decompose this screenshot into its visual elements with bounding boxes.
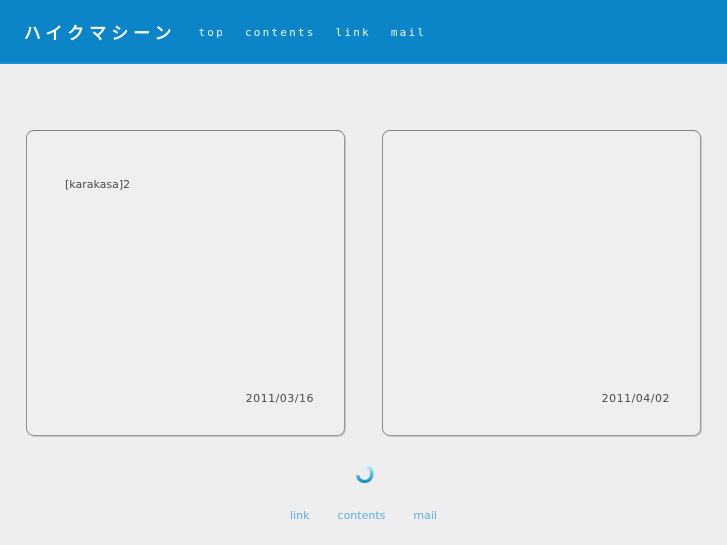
header-nav-link-link[interactable]: link <box>336 26 371 39</box>
entry-cards-container: [karakasa]2 2011/03/16 2011/04/02 <box>0 130 727 437</box>
entry-card-body: 2011/04/02 <box>383 131 700 435</box>
header-nav-link-contents[interactable]: contents <box>245 26 316 39</box>
curved-return-arrow-icon <box>353 463 375 489</box>
entry-card-body: [karakasa]2 2011/03/16 <box>27 131 344 435</box>
back-to-top-button[interactable] <box>353 462 375 486</box>
footer-nav-link-contents[interactable]: contents <box>338 509 386 522</box>
entry-card-title: [karakasa]2 <box>65 178 131 191</box>
entry-card[interactable]: 2011/04/02 <box>382 130 701 436</box>
header-nav: top contents link mail <box>198 26 426 39</box>
footer-nav: link contents mail <box>0 509 727 522</box>
site-footer: link contents mail <box>0 455 727 545</box>
entry-card-date: 2011/04/02 <box>601 392 670 405</box>
header-nav-link-mail[interactable]: mail <box>391 26 426 39</box>
site-header: ハイクマシーン top contents link mail <box>0 0 727 64</box>
header-nav-link-top[interactable]: top <box>198 26 224 39</box>
site-title: ハイクマシーン <box>24 23 177 44</box>
footer-nav-link-link[interactable]: link <box>290 509 309 522</box>
entry-card[interactable]: [karakasa]2 2011/03/16 <box>26 130 345 436</box>
entry-card-date: 2011/03/16 <box>245 392 314 405</box>
footer-nav-link-mail[interactable]: mail <box>413 509 437 522</box>
